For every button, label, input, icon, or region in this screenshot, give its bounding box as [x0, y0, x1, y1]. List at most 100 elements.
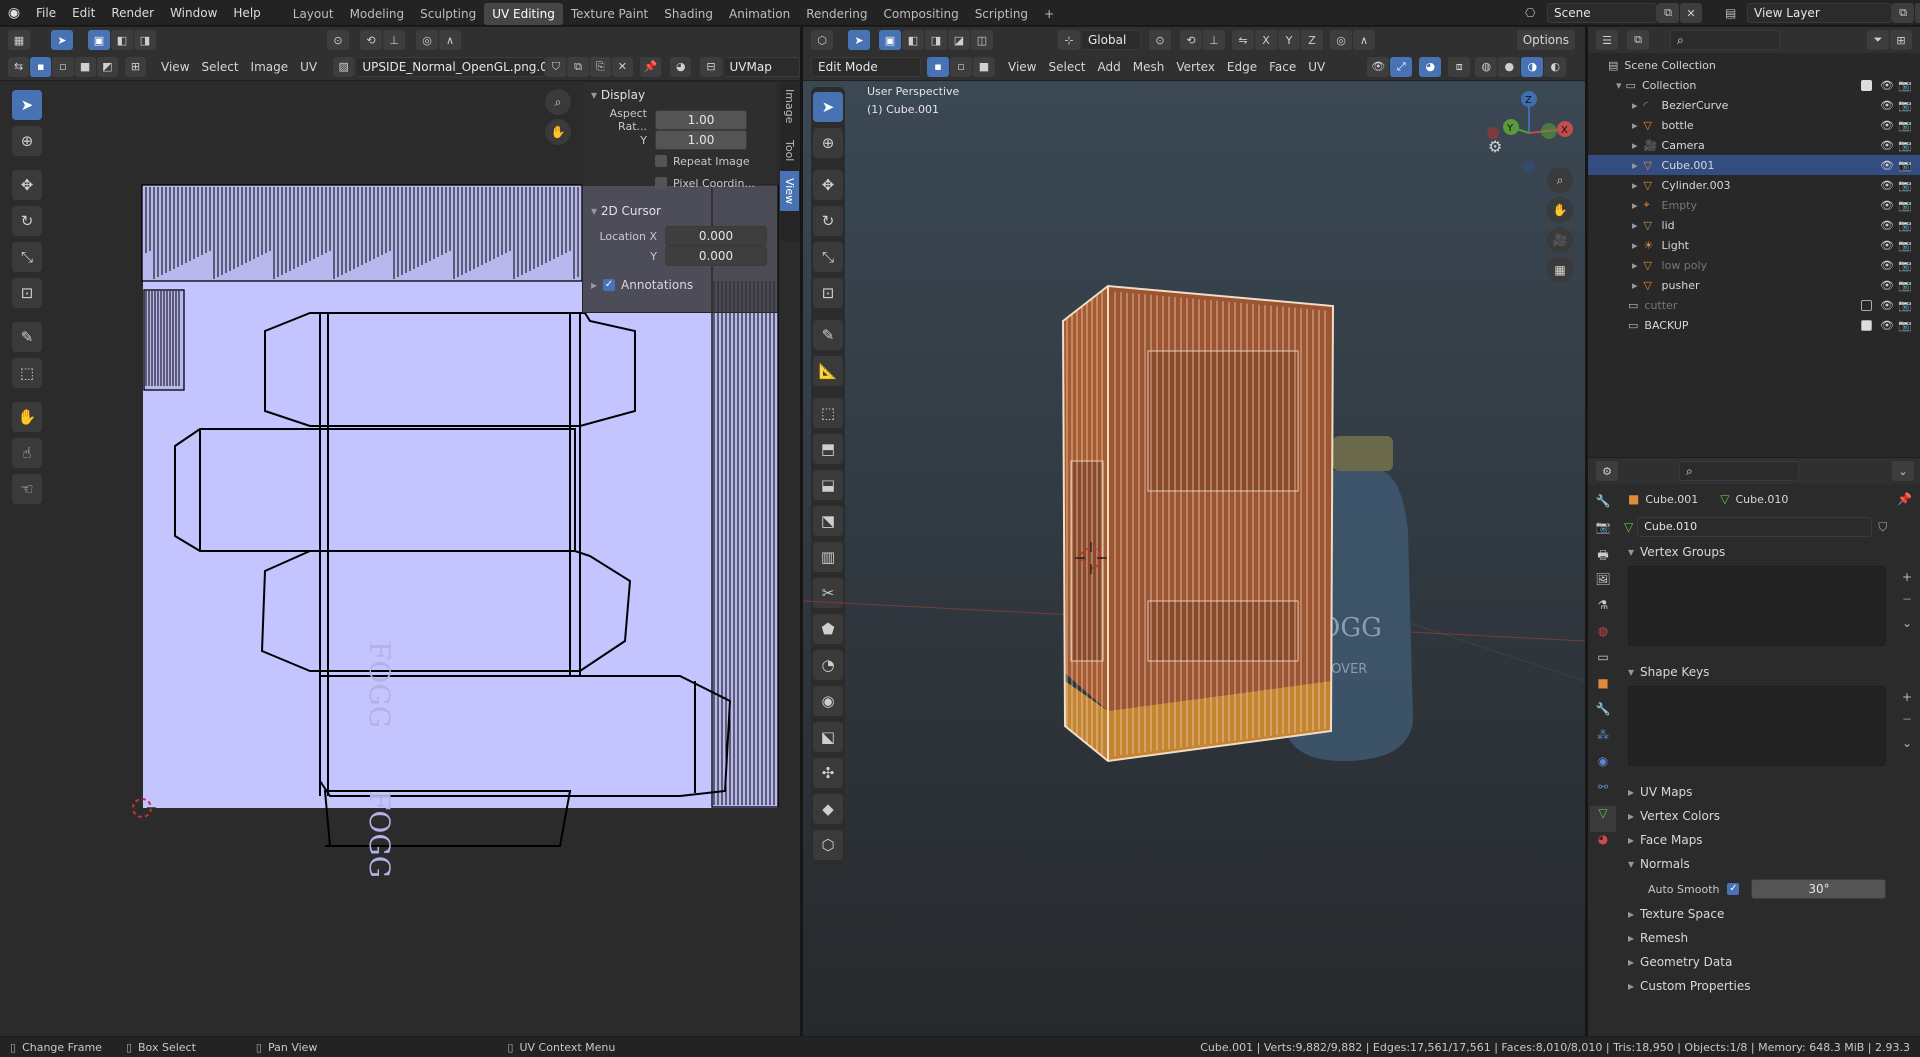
uv-menu-image[interactable]: Image [245, 57, 295, 77]
outliner-item[interactable]: ▸ ▽ pusher 👁 📷 [1588, 275, 1920, 295]
outliner-item[interactable]: ▸ ▽ bottle 👁 📷 [1588, 115, 1920, 135]
tab-modeling[interactable]: Modeling [342, 3, 413, 25]
remove-item-icon[interactable]: − [1902, 712, 1912, 726]
outliner-item[interactable]: ▸ ▽ low poly 👁 📷 [1588, 255, 1920, 275]
visibility-eye-icon[interactable]: 👁 [1880, 219, 1894, 232]
visibility-eye-icon[interactable]: 👁 [1880, 99, 1894, 112]
render-camera-icon[interactable]: 📷 [1898, 239, 1912, 252]
pin-properties-icon[interactable]: 📌 [1897, 492, 1912, 506]
menu-file[interactable]: File [28, 0, 64, 26]
modifier-tab-icon[interactable]: 🔧 [1596, 702, 1611, 728]
uv-sync-icon[interactable]: ⇆ [8, 56, 30, 77]
sidebar-tab-tool[interactable]: Tool [780, 131, 799, 171]
render-camera-icon[interactable]: 📷 [1898, 279, 1912, 292]
specials-icon[interactable]: ⌄ [1902, 616, 1912, 630]
visibility-eye-icon[interactable]: 👁 [1880, 279, 1894, 292]
vp-menu-select[interactable]: Select [1042, 57, 1091, 77]
section-header[interactable]: ▸ Face Maps [1618, 828, 1920, 852]
vp-menu-add[interactable]: Add [1092, 57, 1127, 77]
section-header[interactable]: ▸ Geometry Data [1618, 950, 1920, 974]
vp-select-extend-icon[interactable]: ◧ [902, 30, 924, 50]
transform-orientation-icon[interactable]: ⊹ [1058, 30, 1080, 50]
visibility-eye-icon[interactable]: 👁 [1880, 179, 1894, 192]
outliner-item[interactable]: ▸ ▽ Cube.001 👁 📷 [1588, 155, 1920, 175]
list-box[interactable] [1628, 686, 1886, 766]
filter-icon[interactable]: ⏷ [1867, 30, 1889, 50]
properties-search-field[interactable]: ⌕ [1679, 461, 1799, 481]
vp-vertex-mode-icon[interactable]: ▪ [927, 56, 949, 77]
vp-pan-icon[interactable]: ✋ [1547, 197, 1573, 223]
proportional-edit-icon[interactable]: ◎ [416, 30, 438, 50]
add-item-icon[interactable]: + [1902, 690, 1912, 704]
section-header[interactable]: ▾ Normals [1618, 852, 1920, 876]
annotations-panel-header[interactable]: ▸ ✓ Annotations [583, 272, 777, 298]
wireframe-shading-icon[interactable]: ◍ [1475, 56, 1498, 77]
tab-texture-paint[interactable]: Texture Paint [563, 3, 656, 25]
overlay-icon[interactable]: ◕ [1419, 56, 1442, 77]
expand-icon[interactable]: ▸ [1632, 199, 1638, 212]
mirror-icon[interactable]: ⇋ [1232, 30, 1254, 50]
add-item-icon[interactable]: + [1902, 570, 1912, 584]
fake-user-icon[interactable]: ⛉ [545, 56, 567, 77]
display-panel-header[interactable]: ▾ Display [583, 82, 777, 108]
aspect-y-field[interactable]: 1.00 [655, 130, 747, 150]
collection-visibility-icon[interactable]: 👁 [1880, 79, 1894, 92]
expand-icon[interactable]: ▸ [1632, 219, 1638, 232]
sticky-select-icon[interactable]: ⊞ [124, 56, 147, 77]
pan-icon[interactable]: ✋ [545, 119, 571, 145]
add-workspace-icon[interactable]: + [1036, 3, 1062, 25]
uv-menu-view[interactable]: View [155, 57, 195, 77]
section-header[interactable]: ▸ Remesh [1618, 926, 1920, 950]
falloff-icon[interactable]: ∧ [439, 30, 461, 50]
snap-type-icon[interactable]: ⊥ [383, 30, 405, 50]
ortho-toggle-icon[interactable]: ▦ [1547, 257, 1573, 283]
tab-uv-editing[interactable]: UV Editing [484, 2, 563, 25]
physics-tab-icon[interactable]: ◉ [1598, 754, 1608, 780]
gizmo-icon[interactable]: ⤢ [1390, 56, 1413, 77]
expand-icon[interactable]: ▸ [1632, 179, 1638, 192]
uv-map-field[interactable]: UVMap [722, 56, 801, 77]
camera-view-icon[interactable]: 🎥 [1547, 227, 1573, 253]
tab-layout[interactable]: Layout [285, 3, 342, 25]
unlink-image-icon[interactable]: ✕ [611, 56, 633, 77]
visibility-eye-icon[interactable]: 👁 [1880, 319, 1894, 332]
visibility-eye-icon[interactable]: 👁 [1880, 139, 1894, 152]
uv-menu-uv[interactable]: UV [294, 57, 323, 77]
vp-menu-edge[interactable]: Edge [1221, 57, 1263, 77]
section-header[interactable]: ▾ Shape Keys [1618, 660, 1920, 684]
properties-options-icon[interactable]: ⌄ [1892, 461, 1914, 481]
island-select-icon[interactable]: ◩ [96, 56, 118, 77]
vertex-select-icon[interactable]: ▪ [30, 56, 52, 77]
data-tab-icon[interactable]: ▽ [1590, 806, 1616, 832]
vp-snap-icon[interactable]: ⟲ [1180, 30, 1202, 50]
menu-window[interactable]: Window [162, 0, 225, 26]
menu-edit[interactable]: Edit [64, 0, 103, 26]
tab-rendering[interactable]: Rendering [798, 3, 875, 25]
visibility-eye-icon[interactable]: 👁 [1880, 239, 1894, 252]
tab-animation[interactable]: Animation [721, 3, 798, 25]
new-image-icon[interactable]: ⎘ [589, 56, 611, 77]
expand-icon[interactable]: ▸ [1632, 239, 1638, 252]
image-browse-icon[interactable]: ▨ [333, 56, 355, 77]
expand-icon[interactable]: ▸ [1632, 259, 1638, 272]
cursor-panel-header[interactable]: ▾ 2D Cursor [583, 198, 777, 224]
vp-menu-mesh[interactable]: Mesh [1127, 57, 1171, 77]
blender-logo-icon[interactable]: ◉ [0, 5, 28, 21]
editor-type-icon[interactable]: ▦ [8, 30, 30, 50]
visibility-eye-icon[interactable]: 👁 [1880, 119, 1894, 132]
outliner-item[interactable]: ▸ ⌖ Empty 👁 📷 [1588, 195, 1920, 215]
material-shading-icon[interactable]: ◑ [1521, 56, 1544, 77]
render-tab-icon[interactable]: 📷 [1596, 520, 1611, 546]
outliner-search-field[interactable]: ⌕ [1670, 30, 1780, 50]
expand-icon[interactable]: ▸ [1632, 139, 1638, 152]
expand-icon[interactable]: ▸ [1632, 159, 1638, 172]
viewport-select-tool-icon[interactable]: ➤ [848, 30, 870, 50]
render-camera-icon[interactable]: 📷 [1898, 219, 1912, 232]
tab-scripting[interactable]: Scripting [967, 3, 1036, 25]
mesh-browse-icon[interactable]: ▽ [1624, 520, 1633, 534]
vp-select-subtract-icon[interactable]: ◨ [925, 30, 947, 50]
tool-tab-icon[interactable]: 🔧 [1596, 494, 1611, 520]
collection-render-icon[interactable]: 📷 [1898, 79, 1912, 92]
vp-falloff-icon[interactable]: ∧ [1353, 30, 1375, 50]
object-tab-icon[interactable]: ■ [1597, 676, 1608, 702]
